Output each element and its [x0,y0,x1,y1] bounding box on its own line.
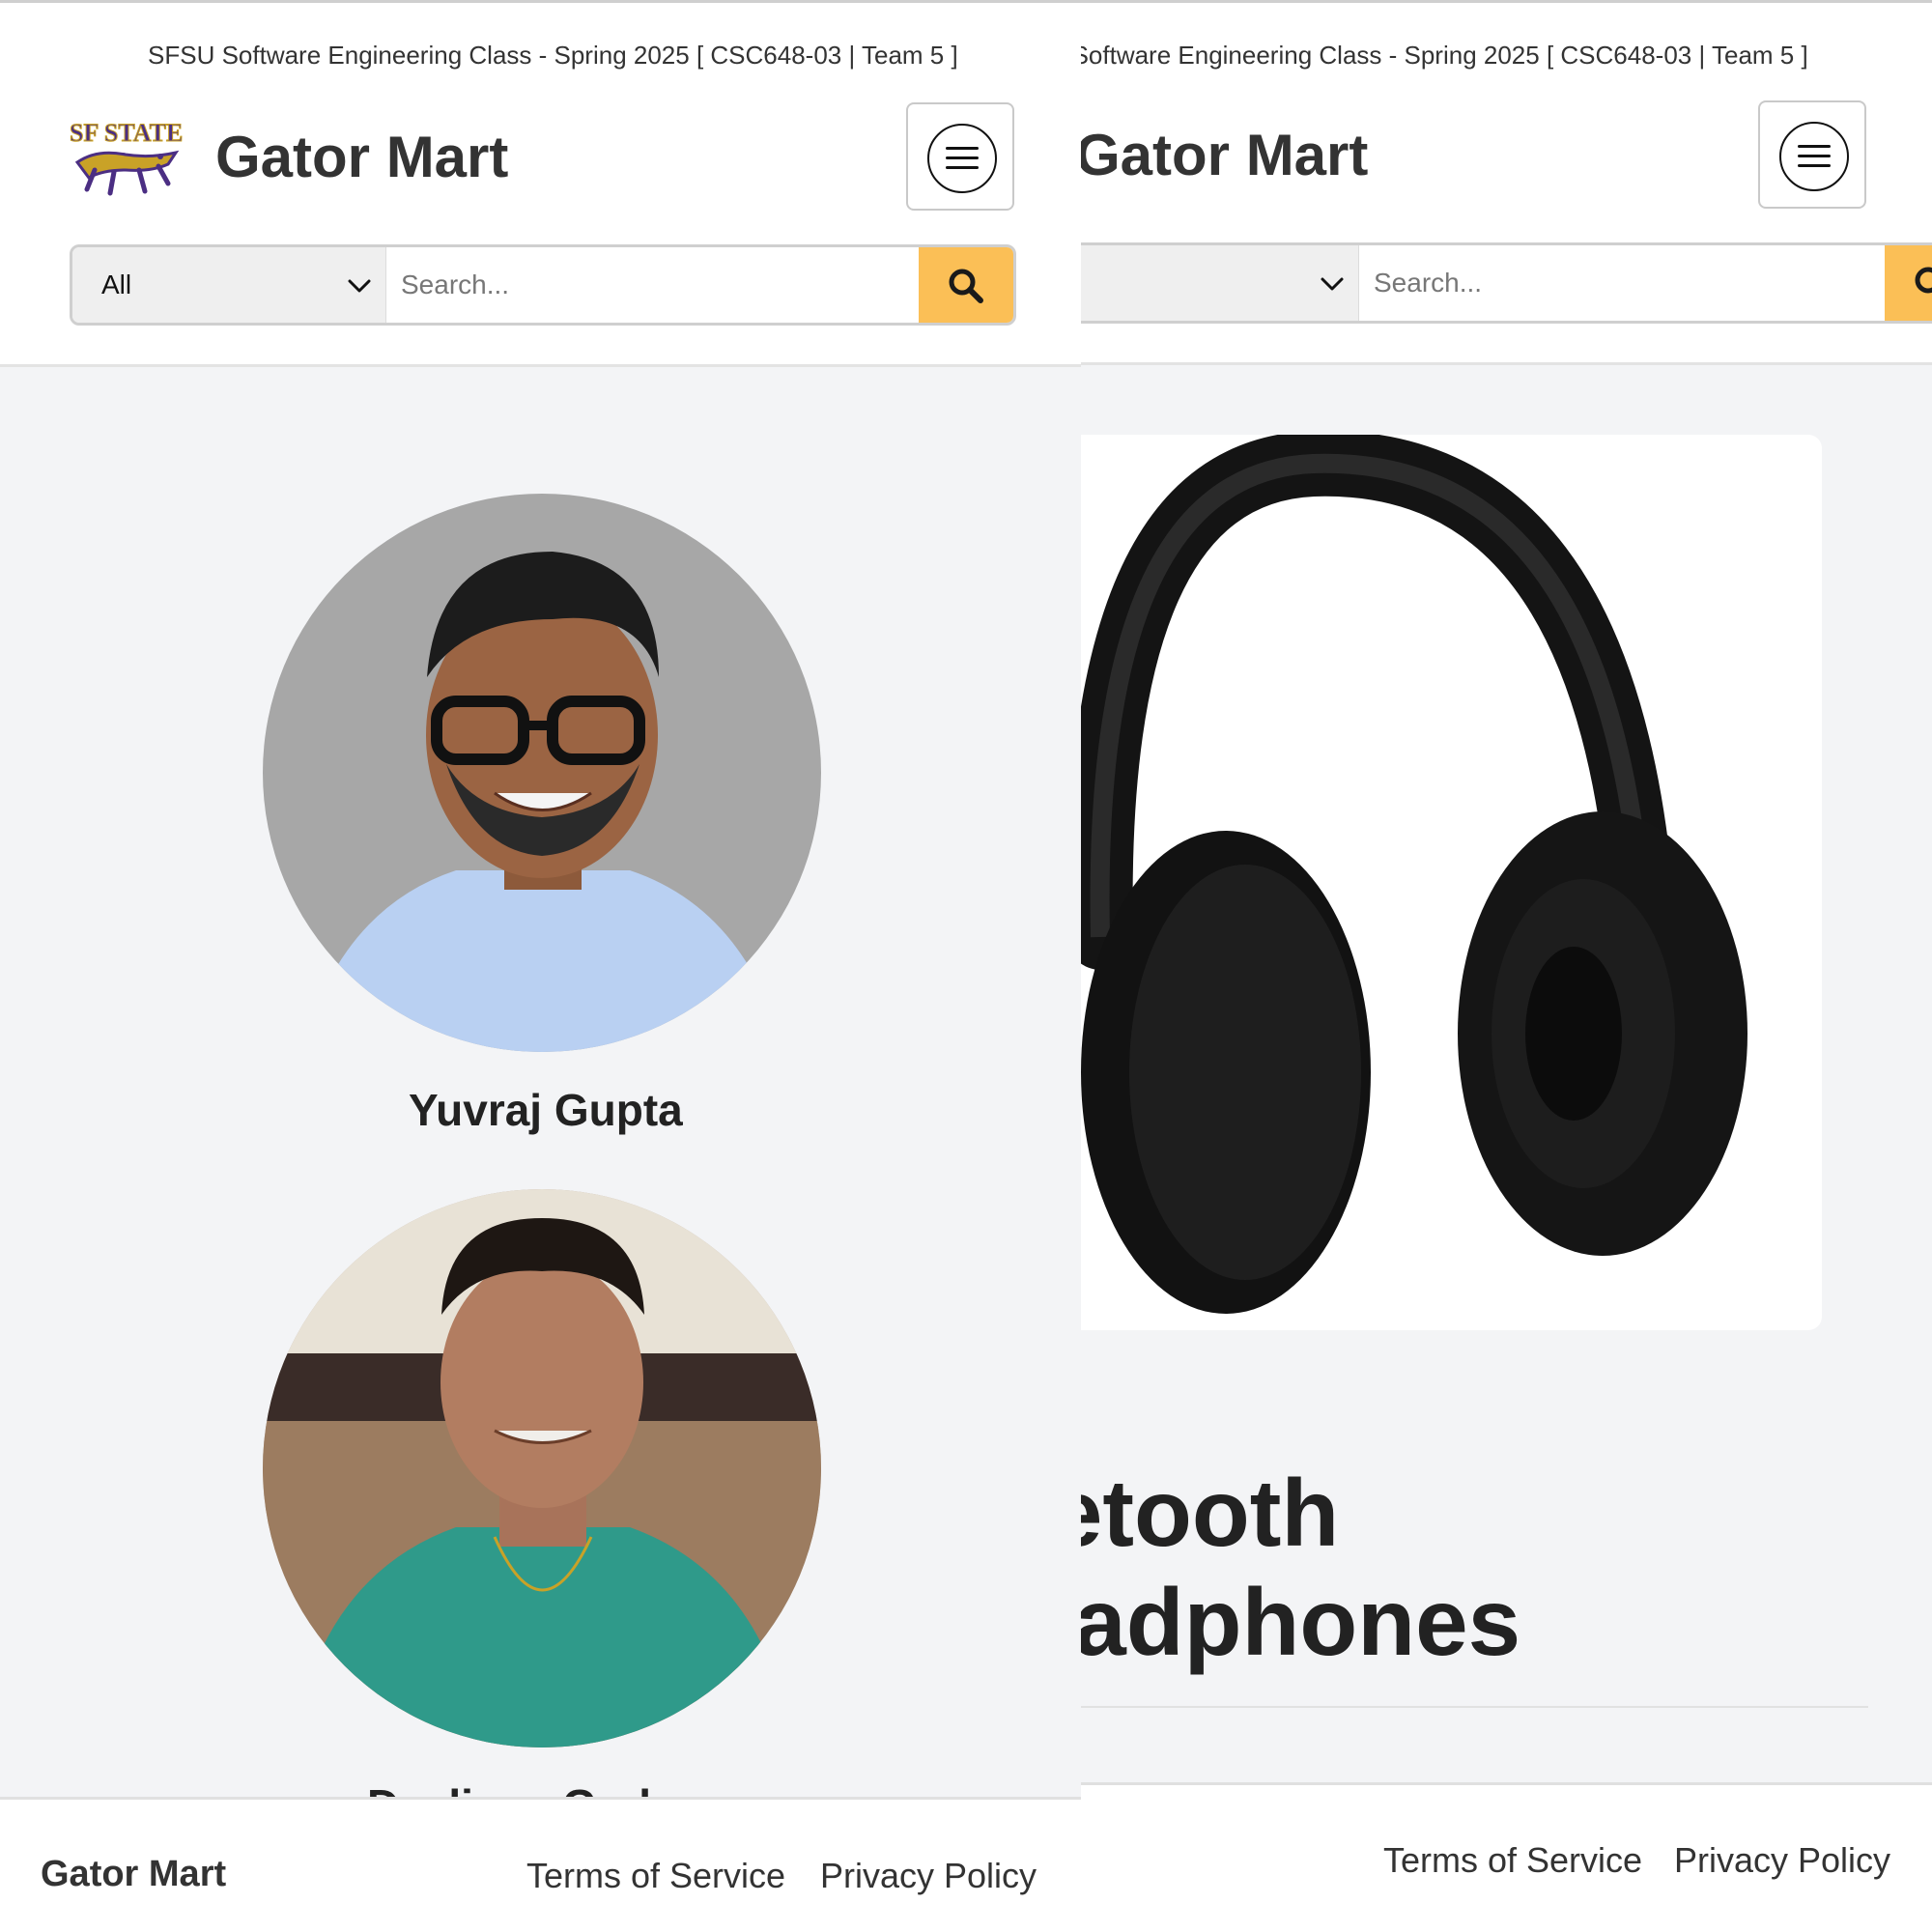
team-member-photo [263,1189,821,1747]
about-page-pane: SFSU Software Engineering Class - Spring… [0,0,1081,1932]
terms-of-service-link[interactable]: Terms of Service [1383,1840,1642,1881]
footer-brand[interactable]: Gator Mart [41,1854,226,1895]
category-select[interactable]: All [1081,245,1359,321]
category-select-value: All [101,270,132,299]
top-border [1081,0,1932,3]
top-border [0,0,1081,3]
team-content: Yuvraj Gupta Deslivan Graham [0,367,1081,1831]
search-bar: All [70,244,1016,326]
privacy-policy-link[interactable]: Privacy Policy [1674,1840,1890,1881]
chevron-down-icon [1321,277,1344,291]
footer: Gator Mart Terms of Service Privacy Poli… [0,1797,1081,1914]
product-page-pane: SFSU Software Engineering Class - Spring… [1081,0,1932,1932]
category-select[interactable]: All [72,247,386,323]
class-banner: SFSU Software Engineering Class - Spring… [1081,41,1808,70]
search-button[interactable] [1885,245,1932,321]
footer: Gator Mart Terms of Service Privacy Poli… [1081,1782,1932,1899]
chevron-down-icon [348,279,371,293]
menu-button[interactable] [906,102,1014,211]
menu-button[interactable] [1758,100,1866,209]
team-member-photo [263,494,821,1052]
team-member-name: Yuvraj Gupta [409,1085,683,1135]
privacy-policy-link[interactable]: Privacy Policy [820,1856,1037,1896]
class-banner: SFSU Software Engineering Class - Spring… [148,41,958,70]
search-button[interactable] [919,247,1013,323]
search-input[interactable] [1358,245,1885,321]
search-icon [949,269,983,303]
product-image-card [1081,430,1822,1330]
menu-icon [927,124,997,193]
sf-state-logo[interactable]: SF STATE [68,114,184,206]
menu-icon [1779,122,1849,191]
brand-name[interactable]: Gator Mart [215,124,508,190]
search-bar: All [1081,242,1932,324]
terms-of-service-link[interactable]: Terms of Service [526,1856,785,1896]
product-content: Bluetooth Headphones [1081,365,1932,1782]
product-title-line2: Headphones [1081,1569,1521,1675]
product-image [1081,430,1747,1314]
section-divider [1081,1706,1868,1708]
search-icon [1915,267,1932,294]
brand-name[interactable]: Gator Mart [1081,122,1368,188]
logo-lettering: SF STATE [70,119,183,147]
search-input[interactable] [385,247,919,323]
product-title-line1: Bluetooth [1081,1460,1340,1566]
